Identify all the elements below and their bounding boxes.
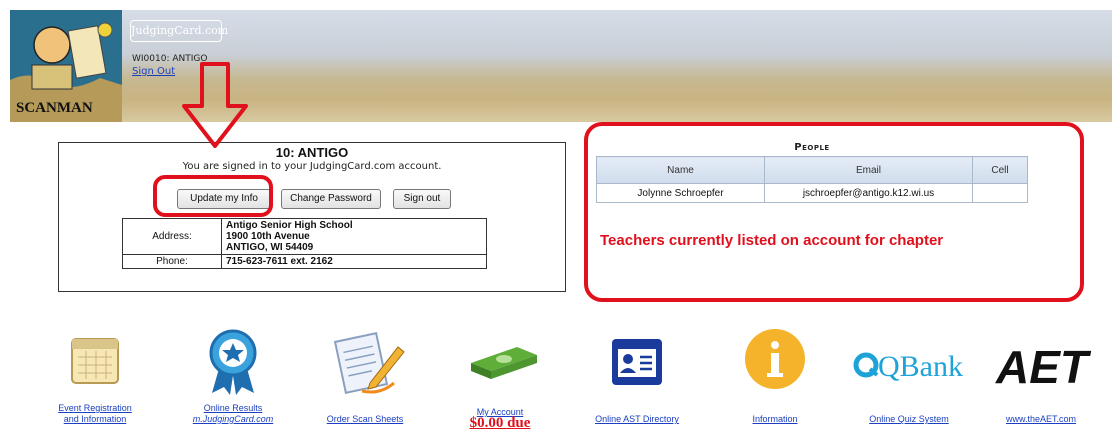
annotation-people-highlight [584,122,1084,302]
nav-online-results[interactable]: Online Results m.JudgingCard.com [168,325,298,433]
address-line: ANTIGO, WI 54409 [226,242,314,253]
contact-table: Address: Antigo Senior High School 1900 … [122,218,487,269]
svg-text:SCANMAN: SCANMAN [16,100,93,116]
header-sign-out-link[interactable]: Sign Out [132,66,175,77]
scanman-logo[interactable]: SCANMAN [10,10,122,122]
address-label: Address: [122,218,222,255]
nav-label[interactable]: My Account $0.00 due [435,407,565,431]
nav-label-line[interactable]: Online Quiz System [844,414,974,425]
svg-text:AET: AET [995,341,1092,393]
phone-label: Phone: [122,254,222,269]
chapter-info-panel: 10: ANTIGO You are signed in to your Jud… [58,142,566,292]
contact-card-icon [612,339,662,385]
change-password-button[interactable]: Change Password [281,189,381,209]
annotation-arrow [182,62,248,148]
nav-label-line[interactable]: Event Registration [30,403,160,414]
nav-label[interactable]: Online Results m.JudgingCard.com [168,403,298,425]
sign-out-button[interactable]: Sign out [393,189,451,209]
signed-in-note: You are signed in to your JudgingCard.co… [182,161,442,172]
address-line: Antigo Senior High School [226,220,353,231]
svg-text:QBank: QBank [878,350,963,383]
qbank-logo-icon: QBank [853,350,963,383]
nav-aet-website[interactable]: AET www.theAET.com [976,325,1106,433]
nav-order-scan-sheets[interactable]: Order Scan Sheets [300,325,430,433]
scan-sheet-pencil-icon [333,332,405,394]
nav-label[interactable]: Online AST Directory [572,414,702,425]
nav-information[interactable]: Information [710,325,840,433]
nav-label-line[interactable]: www.theAET.com [976,414,1106,425]
nav-event-registration[interactable]: Event Registration and Information [30,325,160,433]
nav-label-line[interactable]: Order Scan Sheets [300,414,430,425]
award-ribbon-icon [209,329,257,395]
nav-label-line[interactable]: Information [710,414,840,425]
annotation-text: Teachers currently listed on account for… [600,232,944,249]
info-icon [745,329,805,389]
nav-label[interactable]: www.theAET.com [976,414,1106,425]
nav-label[interactable]: Order Scan Sheets [300,414,430,425]
phone-value: 715-623-7611 ext. 2162 [221,254,487,269]
address-line: 1900 10th Avenue [226,231,310,242]
site-badge[interactable]: JudgingCard.com [130,20,228,42]
aet-logo-icon: AET [995,341,1092,393]
annotation-button-highlight [153,175,273,217]
nav-label[interactable]: Information [710,414,840,425]
nav-label-line[interactable]: Online Results [168,403,298,414]
nav-label-line[interactable]: m.JudgingCard.com [168,414,298,425]
address-value: Antigo Senior High School 1900 10th Aven… [221,218,487,255]
nav-label-line[interactable]: Online AST Directory [572,414,702,425]
account-due-amount[interactable]: $0.00 due [435,416,565,431]
nav-label[interactable]: Online Quiz System [844,414,974,425]
nav-quiz-system[interactable]: QBank Online Quiz System [844,325,974,433]
site-header: SCANMAN JudgingCard.com WI0010: ANTIGO S… [10,10,1112,122]
calendar-icon [71,338,119,384]
nav-label-line[interactable]: and Information [30,414,160,425]
bottom-nav: Event Registration and Information Onlin… [0,325,1112,433]
nav-label[interactable]: Event Registration and Information [30,403,160,425]
nav-ast-directory[interactable]: Online AST Directory [572,325,702,433]
nav-my-account[interactable]: My Account $0.00 due [435,325,565,433]
chapter-title: 10: ANTIGO [275,145,349,160]
money-stack-icon [471,347,537,379]
